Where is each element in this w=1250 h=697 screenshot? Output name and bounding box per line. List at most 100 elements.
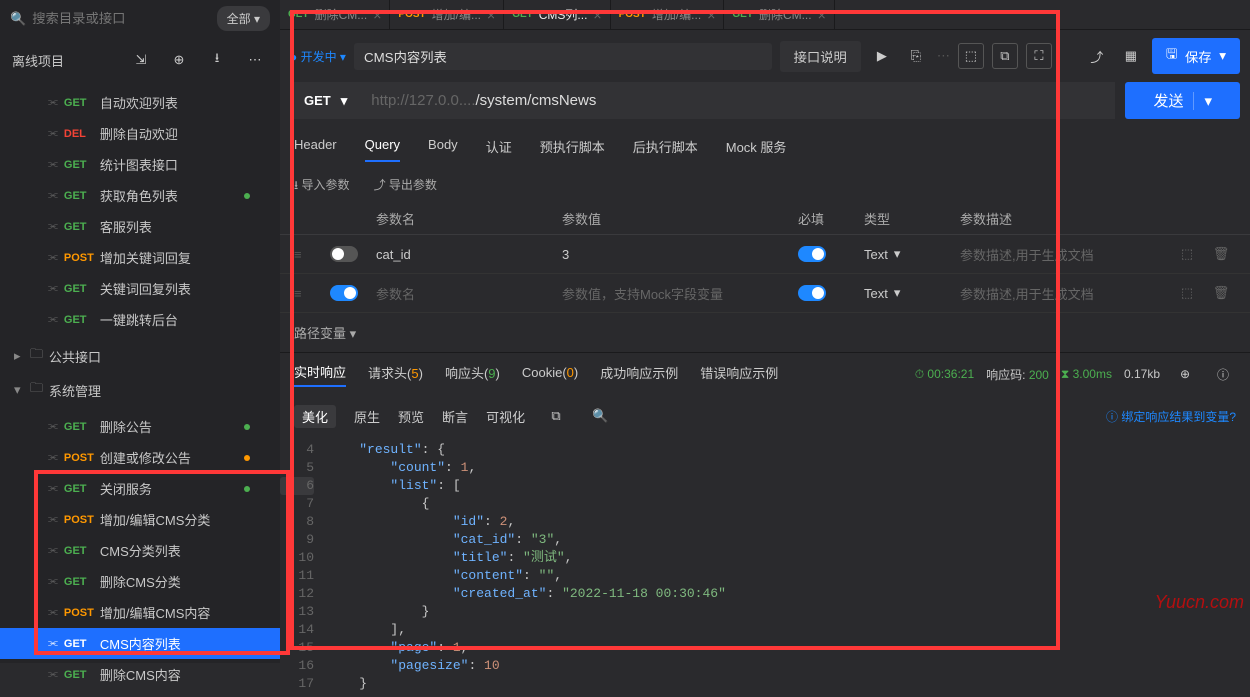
- response-tab[interactable]: 实时响应: [294, 362, 346, 387]
- export-params[interactable]: ⤴ 导出参数: [374, 176, 437, 197]
- request-tab[interactable]: 后执行脚本: [633, 137, 698, 162]
- sidebar-item[interactable]: ⫘GET客服列表: [0, 211, 280, 242]
- delete-icon[interactable]: 🗑: [1208, 241, 1234, 267]
- toolbar-item[interactable]: 可视化: [486, 407, 525, 426]
- export-icon[interactable]: ⤴: [1084, 43, 1110, 69]
- sidebar-item[interactable]: ⫘GET删除公告: [0, 411, 280, 442]
- info-icon[interactable]: ⓘ: [1210, 361, 1236, 387]
- sidebar-item[interactable]: ⫘GET删除CMS分类: [0, 566, 280, 597]
- sidebar-item[interactable]: ⫘GET一键跳转后台: [0, 304, 280, 335]
- sidebar-item[interactable]: ⫘GET关键词回复列表: [0, 273, 280, 304]
- top-tab[interactable]: GET删除CM...×: [280, 0, 390, 29]
- response-tab[interactable]: 成功响应示例: [600, 363, 678, 386]
- method-select[interactable]: GET▾: [290, 82, 361, 119]
- expand-icon[interactable]: ⛶: [1026, 43, 1052, 69]
- title-input[interactable]: [354, 43, 772, 70]
- url-input[interactable]: http://127.0.0..../system/cmsNews: [361, 82, 1115, 119]
- drag-handle-icon[interactable]: ≡: [294, 286, 324, 301]
- search-input[interactable]: [32, 11, 210, 26]
- search-icon[interactable]: 🔍: [587, 403, 613, 429]
- toolbar-item[interactable]: 断言: [442, 407, 468, 426]
- sidebar-item[interactable]: ⫘GETCMS内容列表: [0, 628, 280, 659]
- status-badge[interactable]: ● 开发中 ▾: [290, 48, 346, 65]
- share-icon[interactable]: ⇲: [128, 47, 154, 73]
- sidebar-item[interactable]: ⫘GETCMS分类列表: [0, 535, 280, 566]
- close-icon[interactable]: ×: [818, 7, 826, 23]
- globe-icon[interactable]: ⊕: [1172, 361, 1198, 387]
- desc-button[interactable]: 接口说明: [780, 41, 861, 72]
- param-name[interactable]: cat_id: [376, 247, 556, 262]
- top-tab[interactable]: GETCMS列...×: [504, 0, 610, 29]
- toolbar-item[interactable]: 美化: [294, 405, 336, 428]
- request-tab[interactable]: 认证: [486, 137, 512, 162]
- required-toggle[interactable]: [798, 285, 826, 301]
- request-tab[interactable]: Header: [294, 137, 337, 162]
- response-tab[interactable]: 错误响应示例: [700, 363, 778, 386]
- response-tab[interactable]: 请求头(5): [368, 363, 423, 386]
- cube-icon[interactable]: ⬚: [1174, 241, 1200, 267]
- sidebar-item[interactable]: ⫘POST增加/编辑CMS内容: [0, 597, 280, 628]
- layout-icon[interactable]: ▦: [1118, 43, 1144, 69]
- sidebar-item[interactable]: ⫘POST增加/编辑CMS分类: [0, 504, 280, 535]
- send-button[interactable]: 发送▾: [1125, 82, 1240, 119]
- close-icon[interactable]: ×: [593, 7, 601, 23]
- response-tab[interactable]: 响应头(9): [445, 363, 500, 386]
- close-icon[interactable]: ×: [707, 7, 715, 23]
- item-label: 删除自动欢迎: [100, 124, 178, 143]
- folder-system[interactable]: ▾ 🗀 系统管理: [0, 373, 280, 407]
- sidebar-item[interactable]: ⫘DEL删除自动欢迎: [0, 118, 280, 149]
- item-label: 客服列表: [100, 217, 152, 236]
- param-value[interactable]: 参数值，支持Mock字段变量: [562, 284, 792, 303]
- branch-icon[interactable]: ⎘: [903, 43, 929, 69]
- close-icon[interactable]: ×: [373, 7, 381, 23]
- col-type: 类型: [864, 209, 954, 228]
- copy-icon[interactable]: ⧉: [543, 403, 569, 429]
- response-tab[interactable]: Cookie(0): [522, 365, 578, 384]
- link-icon: ⫘: [48, 220, 58, 233]
- link-icon: ⫘: [48, 127, 58, 140]
- lock-icon[interactable]: ⬚: [958, 43, 984, 69]
- download-icon[interactable]: ⭳: [204, 47, 230, 73]
- top-tab[interactable]: POST增加/编...×: [390, 0, 504, 29]
- request-tab[interactable]: 预执行脚本: [540, 137, 605, 162]
- folder-public[interactable]: ▸ 🗀 公共接口: [0, 339, 280, 373]
- close-icon[interactable]: ×: [487, 7, 495, 23]
- request-tab[interactable]: Mock 服务: [726, 137, 787, 162]
- sidebar-item[interactable]: ⫘POST创建或修改公告: [0, 442, 280, 473]
- required-toggle[interactable]: [798, 246, 826, 262]
- request-tab[interactable]: Query: [365, 137, 400, 162]
- sidebar-item[interactable]: ⫘GET删除CMS内容: [0, 659, 280, 690]
- play-icon[interactable]: ▶: [869, 43, 895, 69]
- method-label: GET: [64, 421, 100, 433]
- type-select[interactable]: Text ▾: [864, 285, 954, 301]
- top-tab[interactable]: POST增加/编...×: [611, 0, 725, 29]
- sidebar-item[interactable]: ⫘GET统计图表接口: [0, 149, 280, 180]
- param-value[interactable]: 3: [562, 247, 792, 262]
- drag-handle-icon[interactable]: ≡: [294, 247, 324, 262]
- sidebar-item[interactable]: ⫘GET关闭服务: [0, 473, 280, 504]
- param-desc[interactable]: 参数描述,用于生成文档: [960, 245, 1168, 264]
- copy-icon[interactable]: ⧉: [992, 43, 1018, 69]
- path-variables[interactable]: 路径变量 ▾: [280, 313, 1250, 352]
- toolbar-item[interactable]: 预览: [398, 407, 424, 426]
- request-tab[interactable]: Body: [428, 137, 458, 162]
- json-code[interactable]: "result": { "count": 1, "list": [ { "id"…: [328, 441, 1250, 693]
- save-button[interactable]: 🖫 保存 ▾: [1152, 38, 1240, 74]
- type-select[interactable]: Text ▾: [864, 246, 954, 262]
- cube-icon[interactable]: ⬚: [1174, 280, 1200, 306]
- sidebar-item[interactable]: ⫘POST增加关键词回复: [0, 242, 280, 273]
- sidebar-item[interactable]: ⫘GET获取角色列表: [0, 180, 280, 211]
- import-params[interactable]: ⭳ 导入参数: [294, 176, 350, 197]
- param-name[interactable]: 参数名: [376, 284, 556, 303]
- filter-dropdown[interactable]: 全部 ▾: [217, 6, 270, 31]
- delete-icon[interactable]: 🗑: [1208, 280, 1234, 306]
- param-desc[interactable]: 参数描述,用于生成文档: [960, 284, 1168, 303]
- toolbar-item[interactable]: 原生: [354, 407, 380, 426]
- enable-toggle[interactable]: [330, 285, 358, 301]
- sidebar-item[interactable]: ⫘GET自动欢迎列表: [0, 87, 280, 118]
- new-folder-icon[interactable]: ⊕: [166, 47, 192, 73]
- bind-variable-link[interactable]: ⓘ 绑定响应结果到变量?: [1106, 408, 1236, 425]
- enable-toggle[interactable]: [330, 246, 358, 262]
- top-tab[interactable]: GET删除CM...×: [724, 0, 834, 29]
- more-icon[interactable]: ⋯: [242, 47, 268, 73]
